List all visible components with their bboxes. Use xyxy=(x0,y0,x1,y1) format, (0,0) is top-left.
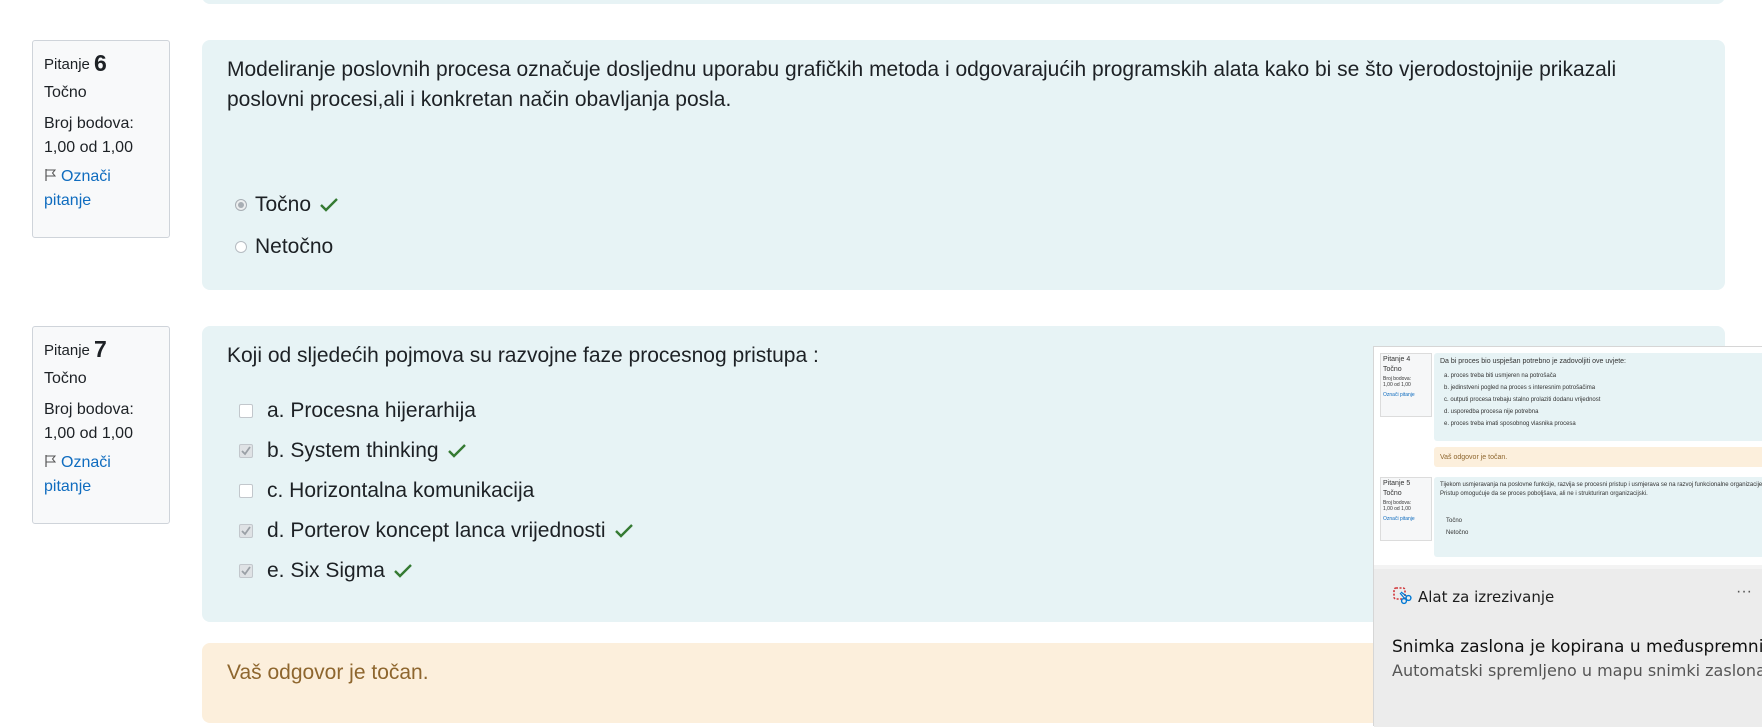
snipping-tool-notification[interactable]: Pitanje 4 Točno Broj bodova: 1,00 od 1,0… xyxy=(1373,346,1762,727)
snipping-tool-toast[interactable]: Alat za izrezivanje ··· Snimka zaslona j… xyxy=(1374,569,1762,727)
question-state: Točno xyxy=(44,370,87,387)
question-7-info: Pitanje 7 Točno Broj bodova: 1,00 od 1,0… xyxy=(32,326,170,524)
question-grade: Broj bodova: 1,00 od 1,00 xyxy=(44,115,134,156)
question-6-content: Modeliranje poslovnih procesa označuje d… xyxy=(202,40,1725,290)
question-grade: Broj bodova: 1,00 od 1,00 xyxy=(44,401,134,442)
flag-icon xyxy=(45,169,57,181)
screenshot-thumbnail[interactable]: Pitanje 4 Točno Broj bodova: 1,00 od 1,0… xyxy=(1374,347,1762,565)
notification-subtitle: Automatski spremljeno u mapu snimki zasl… xyxy=(1392,661,1762,680)
question-number: Pitanje 6 xyxy=(44,50,107,76)
radio-button[interactable] xyxy=(235,241,247,253)
question-state: Točno xyxy=(44,84,87,101)
checkbox[interactable] xyxy=(239,564,253,578)
question-number: Pitanje 7 xyxy=(44,336,107,362)
app-name: Alat za izrezivanje xyxy=(1418,588,1555,606)
scissors-icon xyxy=(1393,587,1412,605)
answer-option-e[interactable]: e. Six Sigma xyxy=(239,557,413,585)
answer-option-b[interactable]: b. System thinking xyxy=(239,437,467,465)
correct-check-icon xyxy=(320,198,338,212)
checkbox[interactable] xyxy=(239,524,253,538)
question-7-text: Koji od sljedećih pojmova su razvojne fa… xyxy=(227,344,819,367)
correct-check-icon xyxy=(394,564,412,578)
more-options-icon[interactable]: ··· xyxy=(1736,583,1752,601)
flag-icon xyxy=(45,455,57,467)
question-6-text: Modeliranje poslovnih procesa označuje d… xyxy=(227,58,1617,111)
answer-option-true[interactable]: Točno xyxy=(235,191,339,219)
checkbox[interactable] xyxy=(239,404,253,418)
correct-check-icon xyxy=(447,444,466,458)
flag-question-link[interactable]: Označi pitanje xyxy=(44,165,158,213)
previous-question-bottom-edge xyxy=(202,0,1725,4)
answer-option-c[interactable]: c. Horizontalna komunikacija xyxy=(239,477,534,505)
question-6-info: Pitanje 6 Točno Broj bodova: 1,00 od 1,0… xyxy=(32,40,170,238)
correct-check-icon xyxy=(614,524,633,538)
flag-question-link[interactable]: Označi pitanje xyxy=(44,451,158,499)
radio-button[interactable] xyxy=(235,199,247,211)
answer-option-false[interactable]: Netočno xyxy=(235,233,333,261)
checkbox[interactable] xyxy=(239,484,253,498)
checkbox[interactable] xyxy=(239,444,253,458)
answer-option-a[interactable]: a. Procesna hijerarhija xyxy=(239,397,476,425)
notification-title: Snimka zaslona je kopirana u međuspremni… xyxy=(1392,637,1762,657)
answer-option-d[interactable]: d. Porterov koncept lanca vrijednosti xyxy=(239,517,634,545)
